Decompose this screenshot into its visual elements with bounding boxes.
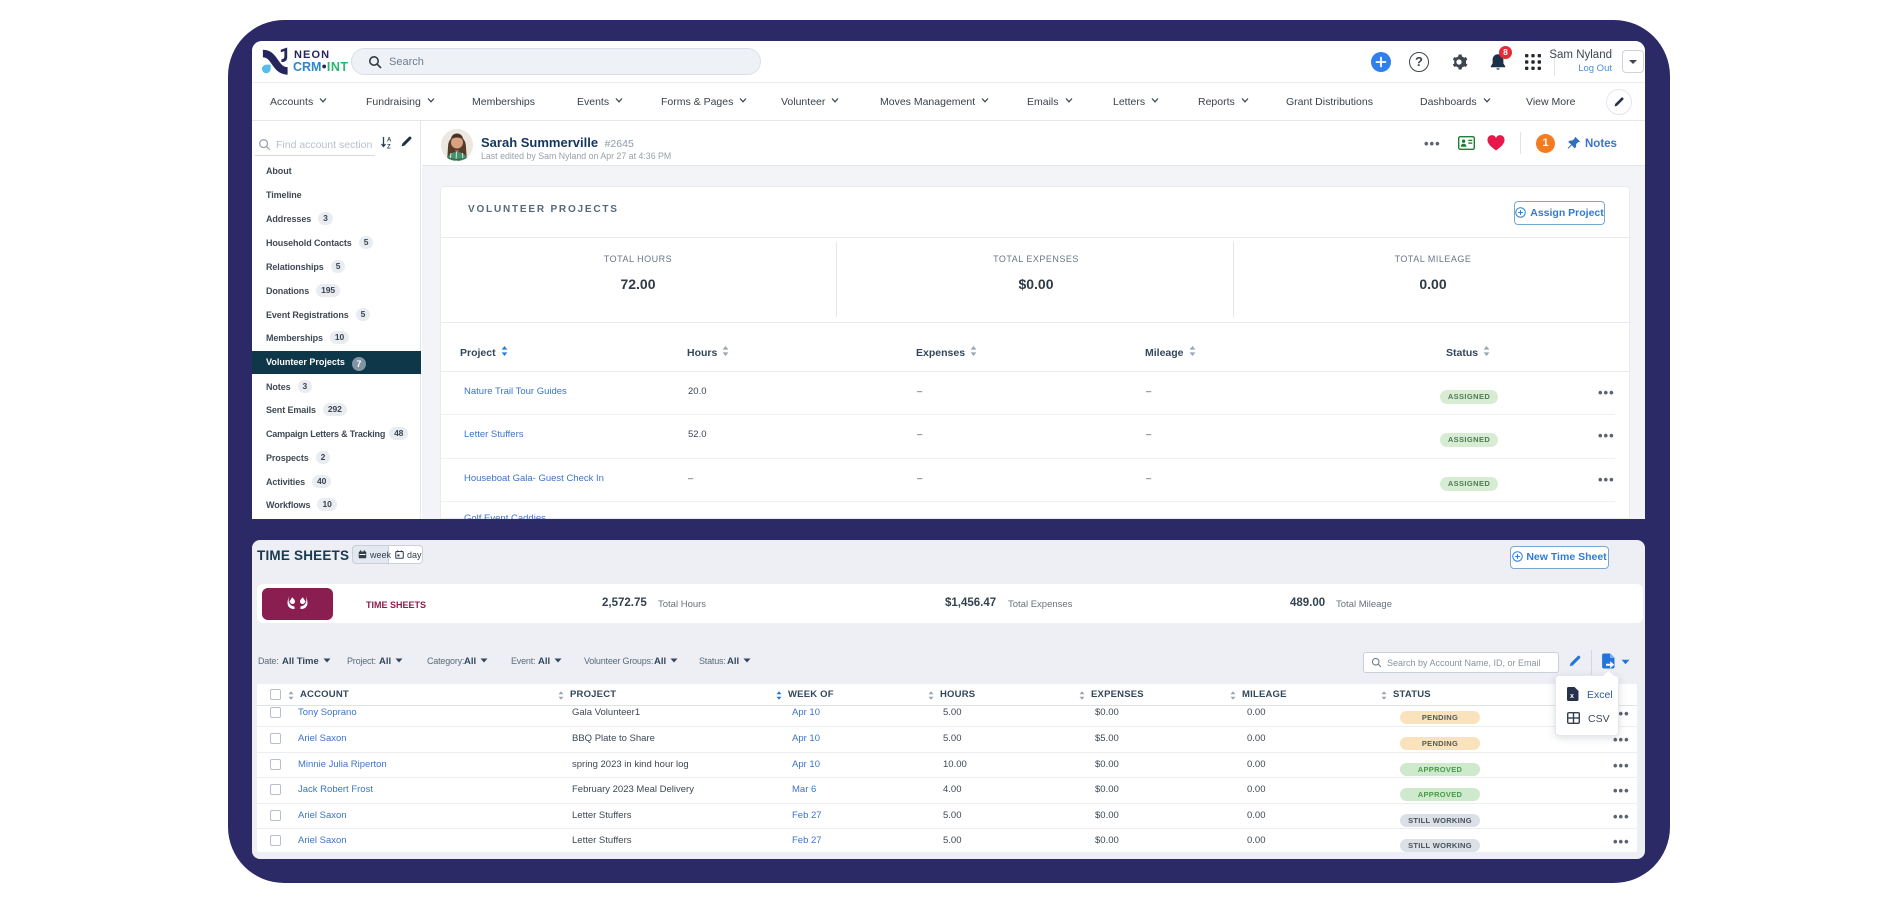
svg-text:Z: Z [387,145,391,150]
svg-text:A: A [387,138,392,144]
svg-text:x: x [1570,693,1574,700]
